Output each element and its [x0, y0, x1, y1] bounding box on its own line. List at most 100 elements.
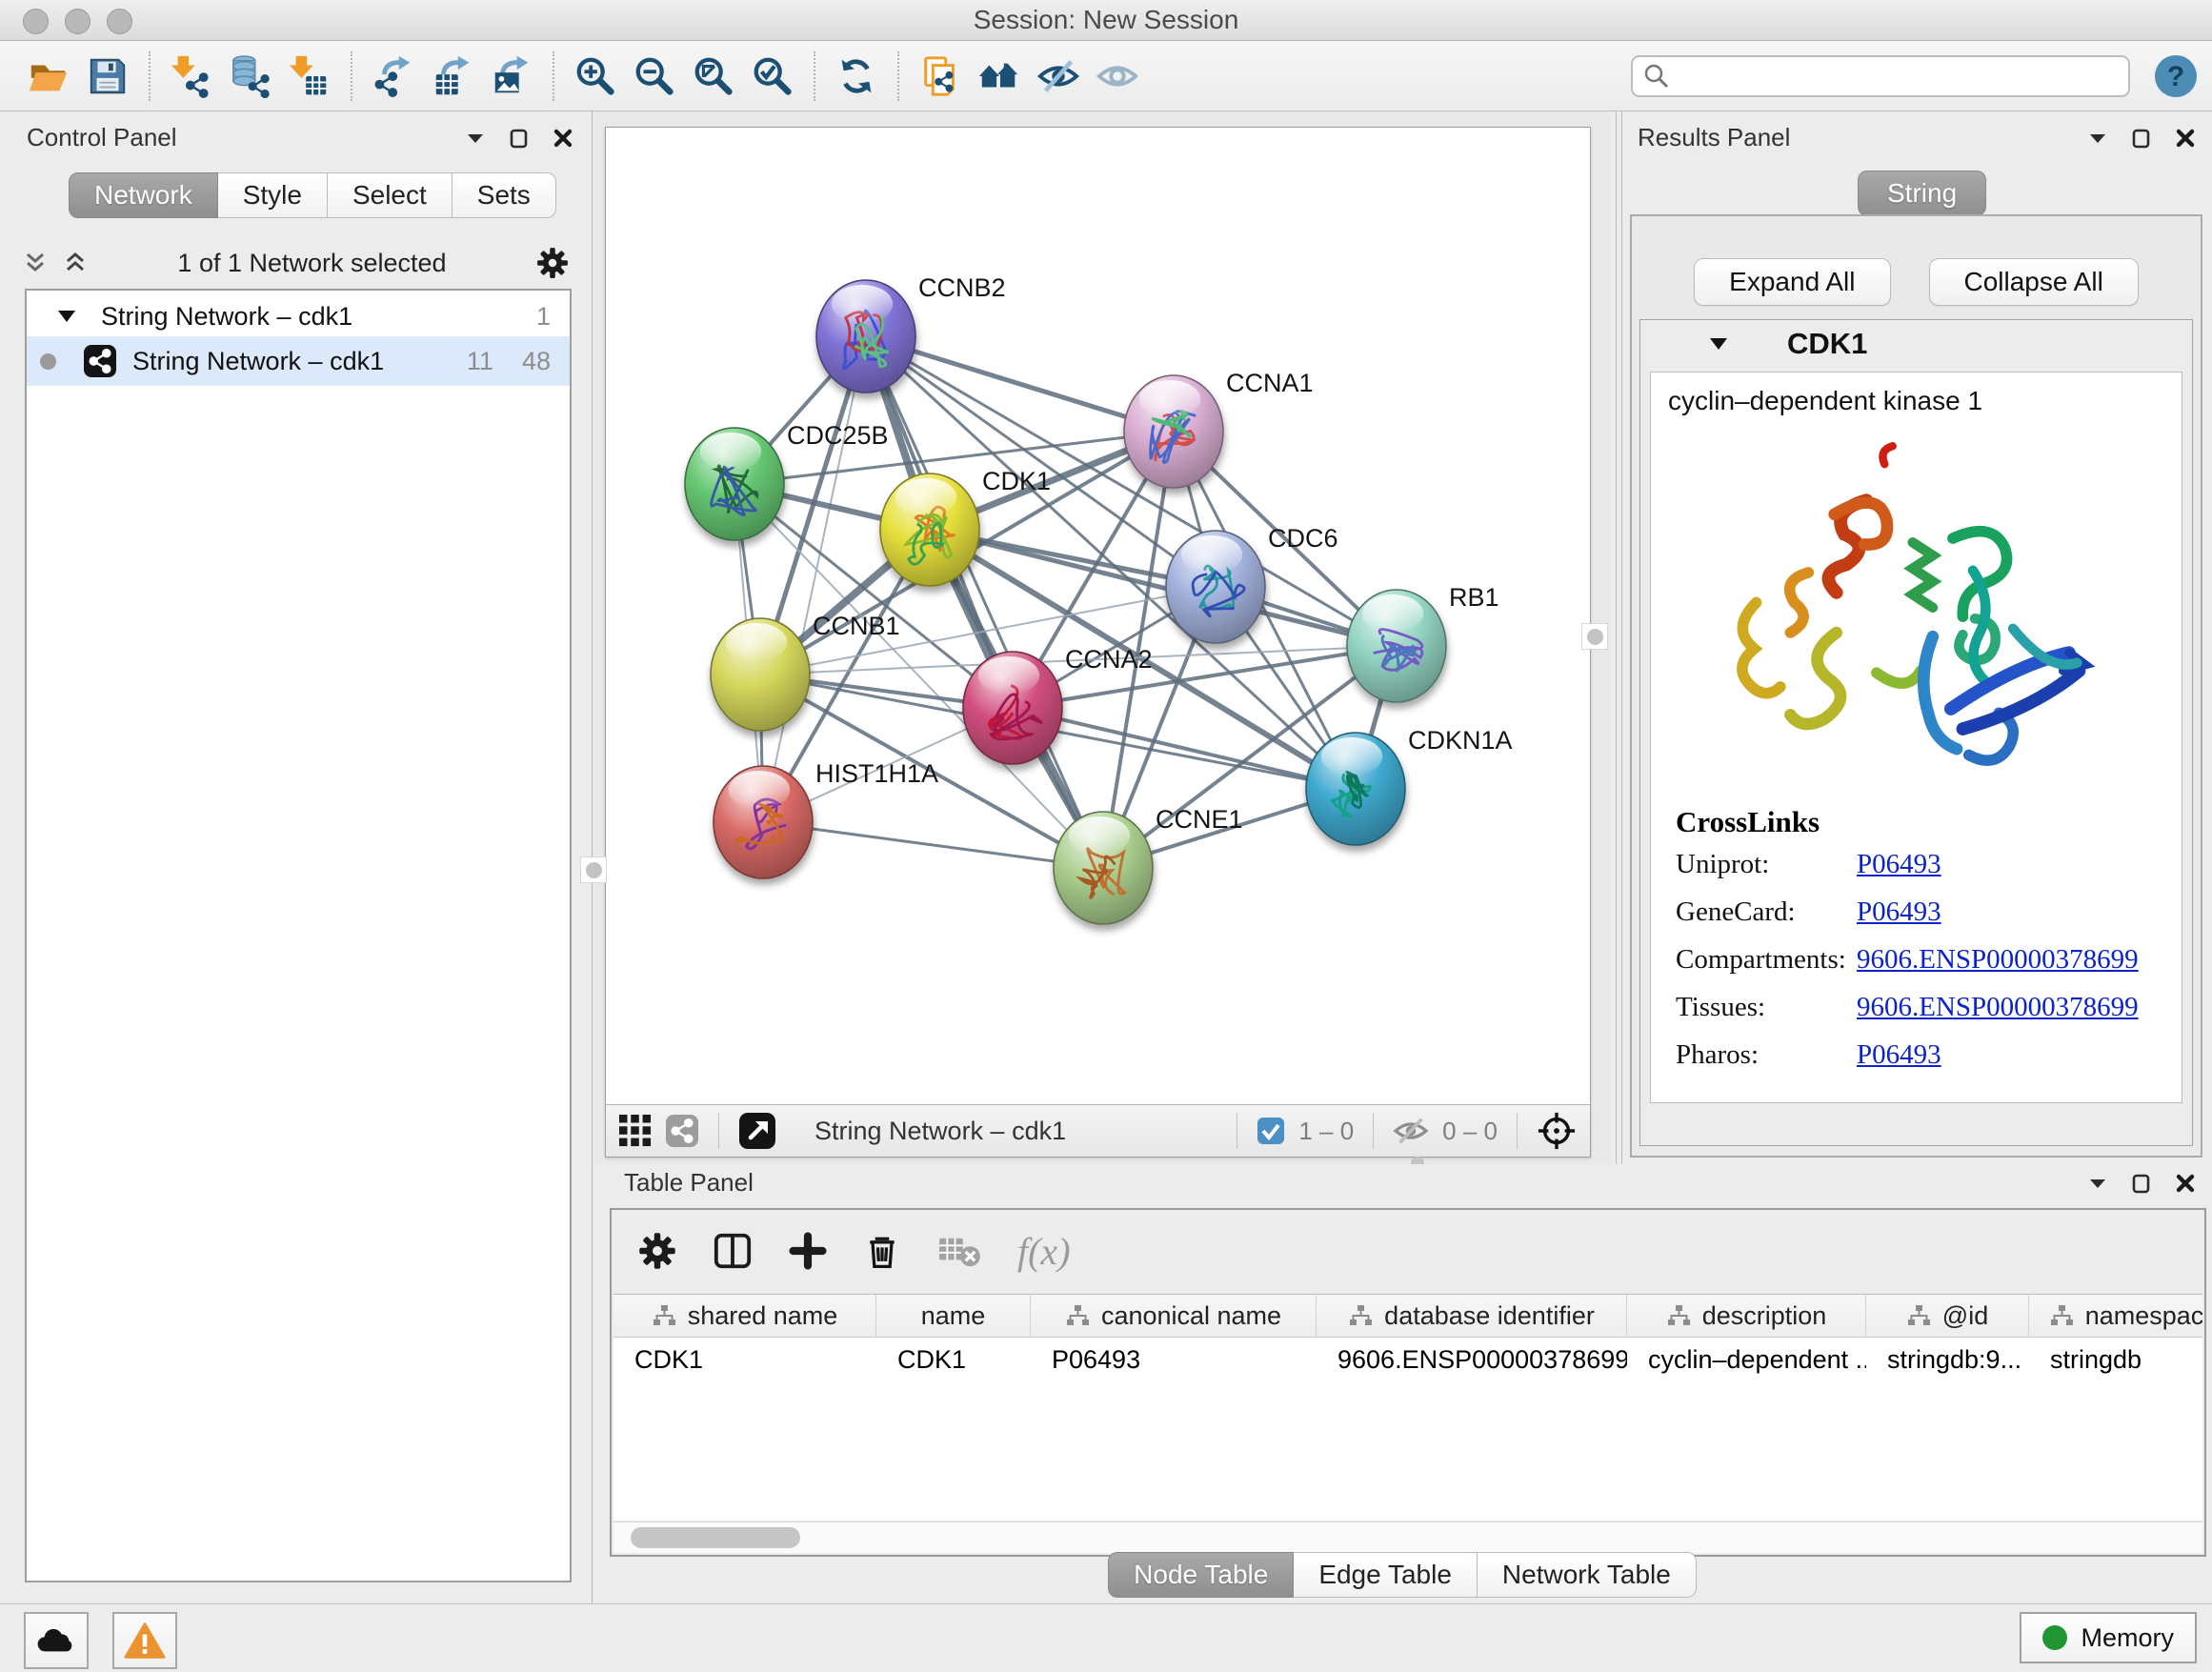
cloud-button[interactable] — [24, 1612, 89, 1669]
refresh-layout-button[interactable] — [827, 49, 886, 104]
tab-select[interactable]: Select — [328, 172, 452, 218]
memory-button[interactable]: Memory — [2020, 1612, 2197, 1663]
table-horizontal-scrollbar[interactable] — [613, 1521, 2202, 1553]
column-header-shared-name[interactable]: shared name — [613, 1295, 876, 1337]
panel-float-icon[interactable] — [2130, 127, 2153, 150]
zoom-fit-button[interactable] — [684, 49, 743, 104]
scrollbar-thumb[interactable] — [631, 1527, 800, 1548]
string-network-badge-icon — [83, 344, 117, 378]
warning-icon — [124, 1622, 166, 1660]
warnings-button[interactable] — [112, 1612, 177, 1669]
status-bar: Memory — [0, 1603, 2212, 1672]
column-label: namespace — [2085, 1301, 2202, 1331]
hidden-eye-icon[interactable] — [1393, 1116, 1429, 1146]
delete-table-icon[interactable] — [937, 1233, 981, 1269]
function-builder-icon[interactable]: f(x) — [1017, 1229, 1071, 1274]
results-panel-title: Results Panel — [1638, 123, 1790, 152]
show-all-button[interactable] — [1088, 49, 1147, 104]
crosslink-link[interactable]: P06493 — [1857, 896, 1941, 928]
panel-close-icon[interactable] — [2174, 127, 2197, 150]
export-image-button[interactable] — [482, 49, 541, 104]
graph-node-RB1 — [1347, 590, 1446, 702]
zoom-in-button[interactable] — [566, 49, 625, 104]
network-collection-row[interactable]: String Network – cdk1 1 — [27, 296, 570, 336]
help-button[interactable]: ? — [2153, 53, 2199, 99]
expand-all-button[interactable]: Expand All — [1694, 258, 1890, 306]
hide-selected-button[interactable] — [1029, 49, 1088, 104]
export-network-button[interactable] — [364, 49, 423, 104]
collapse-all-button[interactable]: Collapse All — [1929, 258, 2139, 306]
selected-checkbox-icon[interactable] — [1257, 1117, 1285, 1145]
crosslink-link[interactable]: P06493 — [1857, 1039, 1941, 1071]
panel-close-icon[interactable] — [552, 127, 574, 150]
left-splitter-handle[interactable] — [580, 856, 607, 883]
column-header-namespace[interactable]: namespace — [2029, 1295, 2202, 1337]
panel-float-icon[interactable] — [2130, 1172, 2153, 1195]
export-view-icon[interactable] — [738, 1112, 776, 1150]
svg-text:CCNE1: CCNE1 — [1156, 805, 1243, 834]
tab-network-table[interactable]: Network Table — [1478, 1552, 1697, 1598]
tab-style[interactable]: Style — [218, 172, 328, 218]
zoom-selected-button[interactable] — [743, 49, 802, 104]
tab-sets[interactable]: Sets — [452, 172, 556, 218]
expand-all-networks-icon[interactable] — [63, 251, 88, 275]
delete-column-trash-icon[interactable] — [863, 1232, 901, 1270]
table-options-gear-icon[interactable] — [638, 1232, 676, 1270]
crosslink-link[interactable]: 9606.ENSP00000378699 — [1857, 944, 2139, 976]
tab-edge-table[interactable]: Edge Table — [1294, 1552, 1478, 1598]
table-panel: Table Panel f(x) shared namenamecanonica… — [593, 1164, 2212, 1603]
tab-network[interactable]: Network — [69, 172, 218, 218]
open-session-button[interactable] — [19, 49, 78, 104]
birds-eye-view-icon[interactable] — [619, 1115, 652, 1147]
protein-structure-image — [1651, 422, 2182, 803]
collapse-triangle-icon[interactable] — [55, 305, 78, 328]
column-header-database-identifier[interactable]: database identifier — [1317, 1295, 1627, 1337]
fit-selection-crosshair-icon[interactable] — [1537, 1111, 1577, 1151]
protein-accordion-header[interactable]: CDK1 — [1640, 320, 2192, 368]
import-database-button[interactable] — [221, 49, 280, 104]
crosslink-link[interactable]: 9606.ENSP00000378699 — [1857, 992, 2139, 1023]
search-input[interactable] — [1679, 62, 2119, 91]
import-network-icon — [170, 54, 213, 98]
svg-text:CCNB1: CCNB1 — [813, 612, 900, 640]
accordion-triangle-icon[interactable] — [1707, 332, 1730, 355]
table-row[interactable]: CDK1CDK1P064939606.ENSP00000378699cyclin… — [613, 1338, 2202, 1381]
column-header-canonical-name[interactable]: canonical name — [1031, 1295, 1317, 1337]
protein-description: cyclin–dependent kinase 1 — [1651, 373, 2182, 416]
results-splitter[interactable] — [1616, 111, 1617, 1164]
save-session-button[interactable] — [78, 49, 137, 104]
panel-close-icon[interactable] — [2174, 1172, 2197, 1195]
panel-float-icon[interactable] — [508, 127, 531, 150]
show-columns-icon[interactable] — [713, 1231, 753, 1271]
svg-text:CDC25B: CDC25B — [787, 421, 889, 450]
network-canvas[interactable]: CCNB2CCNA1CDC25BCDK1CDC6RB1CCNB1CCNA2CDK… — [606, 128, 1590, 1103]
panel-menu-icon[interactable] — [2086, 1172, 2109, 1195]
table-cell: CDK1 — [613, 1345, 876, 1375]
crosslink-label: Uniprot: — [1676, 849, 1857, 880]
network-row-selected[interactable]: String Network – cdk1 11 48 — [27, 336, 570, 386]
edge-count: 48 — [522, 347, 551, 376]
column-header-description[interactable]: description — [1627, 1295, 1866, 1337]
collapse-all-networks-icon[interactable] — [23, 251, 48, 275]
show-all-icon — [1096, 54, 1139, 98]
main-toolbar: ? — [0, 41, 2212, 111]
export-table-button[interactable] — [423, 49, 482, 104]
panel-menu-icon[interactable] — [464, 127, 487, 150]
panel-menu-icon[interactable] — [2086, 127, 2109, 150]
tab-node-table[interactable]: Node Table — [1108, 1552, 1294, 1598]
add-column-icon[interactable] — [789, 1232, 827, 1270]
network-options-gear-icon[interactable] — [536, 247, 569, 279]
column-header-id[interactable]: @id — [1866, 1295, 2029, 1337]
search-box[interactable] — [1631, 55, 2130, 97]
cytoscape-home-button[interactable] — [970, 49, 1029, 104]
column-header-name[interactable]: name — [876, 1295, 1031, 1337]
import-table-button[interactable] — [280, 49, 339, 104]
window-title: Session: New Session — [0, 5, 2212, 35]
tab-string[interactable]: String — [1858, 171, 1986, 216]
network-share-icon[interactable] — [665, 1114, 699, 1148]
right-splitter-handle[interactable] — [1581, 623, 1608, 650]
import-network-button[interactable] — [162, 49, 221, 104]
zoom-out-button[interactable] — [625, 49, 684, 104]
crosslink-link[interactable]: P06493 — [1857, 849, 1941, 880]
new-network-from-selection-button[interactable] — [911, 49, 970, 104]
